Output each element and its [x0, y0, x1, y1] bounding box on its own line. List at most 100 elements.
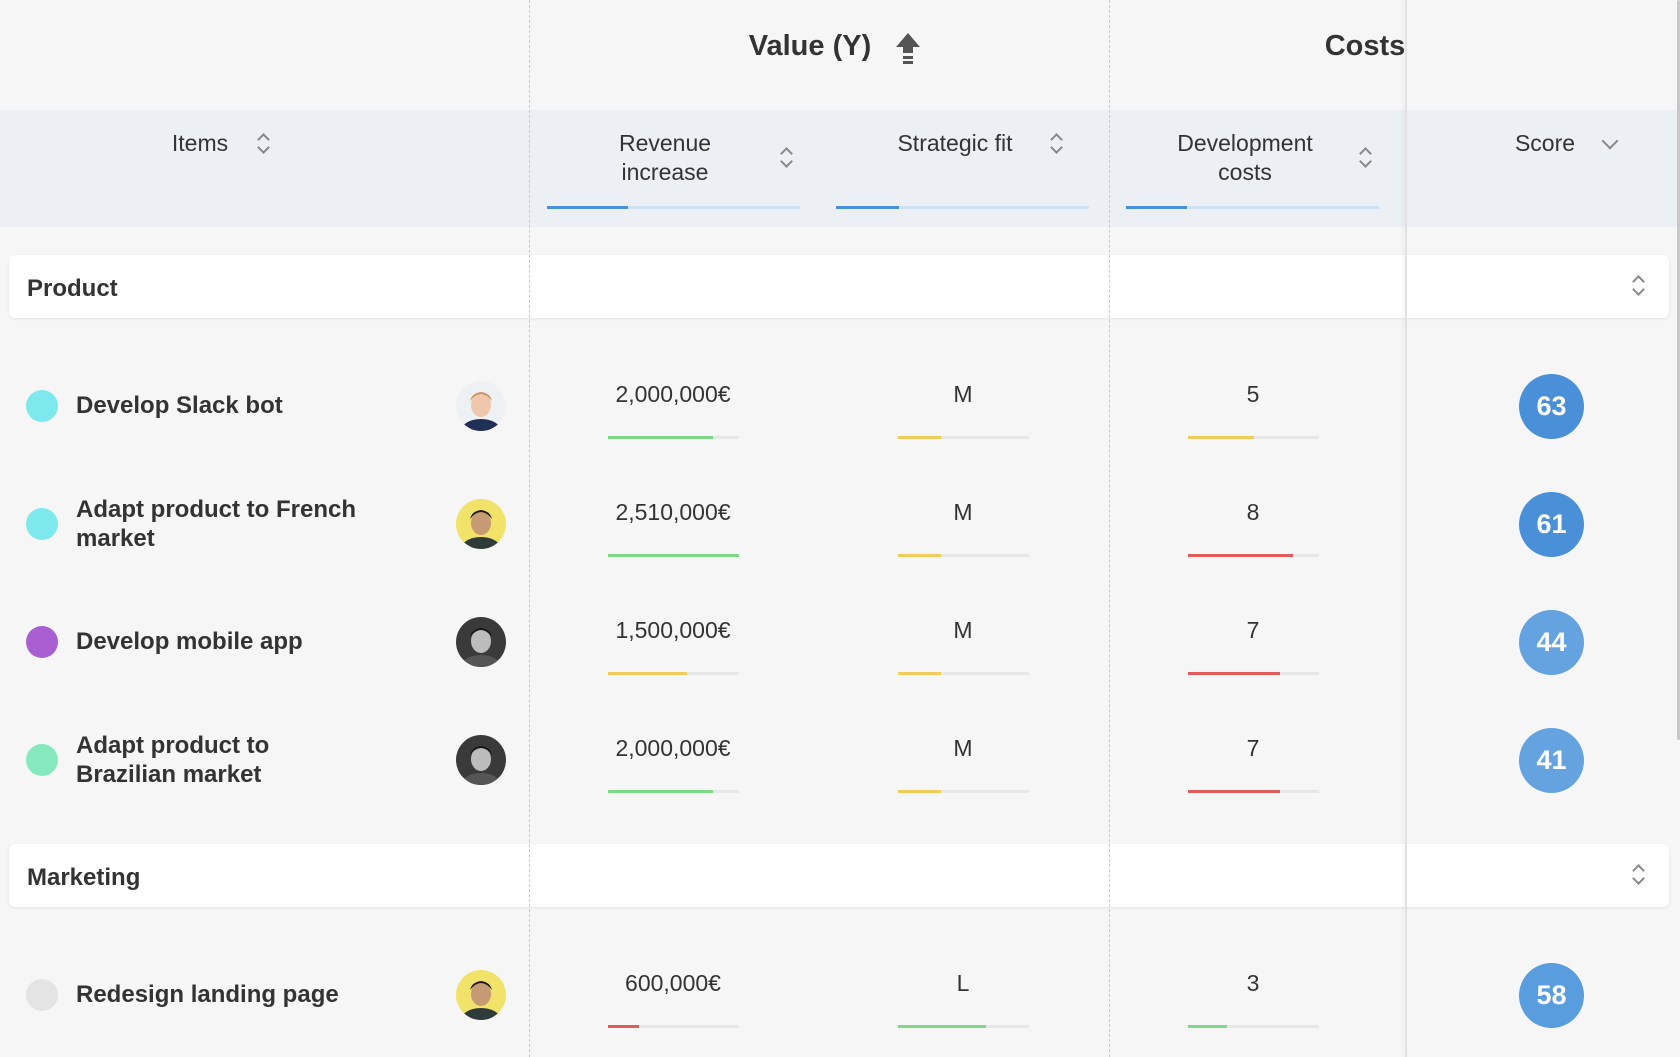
cell-strategic-level-fill [898, 1025, 986, 1028]
cell-revenue-level-bar [608, 672, 739, 675]
cell-dev[interactable]: 7 [1173, 735, 1333, 762]
cell-strategic-level-fill [898, 436, 941, 439]
column-header-revenue-line1: Revenue [618, 130, 712, 156]
score-column-divider [1405, 0, 1407, 1057]
cell-revenue-level-fill [608, 672, 687, 675]
item-name[interactable]: Redesign landing page [76, 980, 406, 1009]
column-weight-bar-revenue[interactable] [547, 206, 800, 209]
score-badge[interactable]: 61 [1519, 492, 1584, 557]
column-header-row [0, 110, 1680, 227]
item-name-line: market [76, 525, 155, 552]
cell-strategic[interactable]: M [883, 499, 1043, 526]
item-name-line: Brazilian market [76, 761, 262, 788]
cell-dev-level-bar [1188, 1025, 1319, 1028]
section-label: Product [27, 275, 118, 302]
cell-dev[interactable]: 8 [1173, 499, 1333, 526]
section-header-marketing[interactable]: Marketing [9, 844, 1669, 907]
column-header-revenue[interactable]: Revenue increase [590, 129, 740, 187]
column-header-dev-line1: Development [1177, 130, 1313, 156]
cell-revenue[interactable]: 1,500,000€ [593, 617, 753, 644]
cell-revenue[interactable]: 2,510,000€ [593, 499, 753, 526]
cell-revenue-level-fill [608, 554, 739, 557]
sort-items-icon[interactable] [257, 132, 269, 156]
item-name[interactable]: Adapt product to French market [76, 495, 406, 553]
column-header-dev-line2: costs [1218, 159, 1272, 185]
avatar-man-grayscale[interactable] [456, 617, 506, 667]
item-name[interactable]: Develop Slack bot [76, 391, 406, 420]
cell-dev-level-fill [1188, 1025, 1227, 1028]
cell-dev[interactable]: 3 [1173, 970, 1333, 997]
score-badge[interactable]: 41 [1519, 728, 1584, 793]
item-name-line: Develop Slack bot [76, 392, 283, 419]
cell-revenue-level-fill [608, 790, 713, 793]
avatar-dark-hair-man-yellow[interactable] [456, 970, 506, 1020]
column-header-revenue-line2: increase [621, 159, 709, 185]
column-weight-bar-dev[interactable] [1126, 206, 1379, 209]
item-color-dot [26, 744, 58, 776]
cell-revenue[interactable]: 2,000,000€ [593, 381, 753, 408]
sort-revenue-icon[interactable] [780, 146, 792, 170]
column-weight-bar-strategic[interactable] [836, 206, 1089, 209]
cell-dev-level-fill [1188, 790, 1280, 793]
sort-up-arrow-icon[interactable] [894, 31, 922, 65]
column-divider-value [529, 0, 530, 1057]
section-label: Marketing [27, 864, 141, 891]
cell-strategic-level-fill [898, 672, 941, 675]
cell-strategic-level-bar [898, 554, 1029, 557]
item-name[interactable]: Adapt product to Brazilian market [76, 731, 406, 789]
column-header-score[interactable]: Score [1500, 129, 1590, 158]
cell-revenue[interactable]: 600,000€ [593, 970, 753, 997]
cell-revenue-level-fill [608, 436, 713, 439]
cell-dev-level-bar [1188, 790, 1319, 793]
score-badge[interactable]: 44 [1519, 610, 1584, 675]
cell-strategic[interactable]: M [883, 617, 1043, 644]
item-color-dot [26, 979, 58, 1011]
cell-strategic-level-bar [898, 436, 1029, 439]
section-collapse-toggle-icon[interactable] [1632, 863, 1644, 887]
cell-revenue-level-fill [608, 1025, 639, 1028]
cell-revenue-level-bar [608, 436, 739, 439]
avatar-man-grayscale[interactable] [456, 735, 506, 785]
column-weight-fill-dev [1126, 206, 1187, 209]
cell-dev[interactable]: 5 [1173, 381, 1333, 408]
cell-dev-level-bar [1188, 554, 1319, 557]
section-collapse-toggle-icon[interactable] [1632, 274, 1644, 298]
group-title-costs[interactable]: Costs [1270, 30, 1460, 63]
item-color-dot [26, 508, 58, 540]
sort-strategic-icon[interactable] [1050, 132, 1062, 156]
cell-dev[interactable]: 7 [1173, 617, 1333, 644]
column-weight-fill-strategic [836, 206, 900, 209]
cell-revenue-level-bar [608, 790, 739, 793]
cell-revenue-level-bar [608, 554, 739, 557]
item-color-dot [26, 390, 58, 422]
section-header-product[interactable]: Product [9, 255, 1669, 318]
score-badge[interactable]: 58 [1519, 963, 1584, 1028]
cell-dev-level-bar [1188, 436, 1319, 439]
item-color-dot [26, 626, 58, 658]
cell-dev-level-bar [1188, 672, 1319, 675]
cell-dev-level-fill [1188, 672, 1280, 675]
cell-revenue[interactable]: 2,000,000€ [593, 735, 753, 762]
cell-strategic[interactable]: M [883, 381, 1043, 408]
group-title-value[interactable]: Value (Y) [700, 30, 920, 63]
sort-dev-icon[interactable] [1359, 146, 1371, 170]
avatar-blond-man-suit[interactable] [456, 381, 506, 431]
column-header-strategic[interactable]: Strategic fit [875, 129, 1035, 158]
cell-strategic[interactable]: L [883, 970, 1043, 997]
avatar-dark-hair-man-yellow[interactable] [456, 499, 506, 549]
item-name-line: Adapt product to [76, 732, 270, 759]
item-name-line: Adapt product to French [76, 496, 356, 523]
column-divider-costs [1109, 0, 1110, 1057]
item-name-line: Develop mobile app [76, 628, 303, 655]
cell-strategic-level-fill [898, 790, 941, 793]
column-header-items[interactable]: Items [140, 129, 260, 158]
cell-strategic-level-bar [898, 1025, 1029, 1028]
item-name[interactable]: Develop mobile app [76, 627, 406, 656]
cell-strategic[interactable]: M [883, 735, 1043, 762]
cell-strategic-level-bar [898, 790, 1029, 793]
score-badge[interactable]: 63 [1519, 374, 1584, 439]
column-header-dev[interactable]: Development costs [1160, 129, 1330, 187]
cell-dev-level-fill [1188, 436, 1254, 439]
cell-dev-level-fill [1188, 554, 1293, 557]
item-name-line: Redesign landing page [76, 981, 339, 1008]
